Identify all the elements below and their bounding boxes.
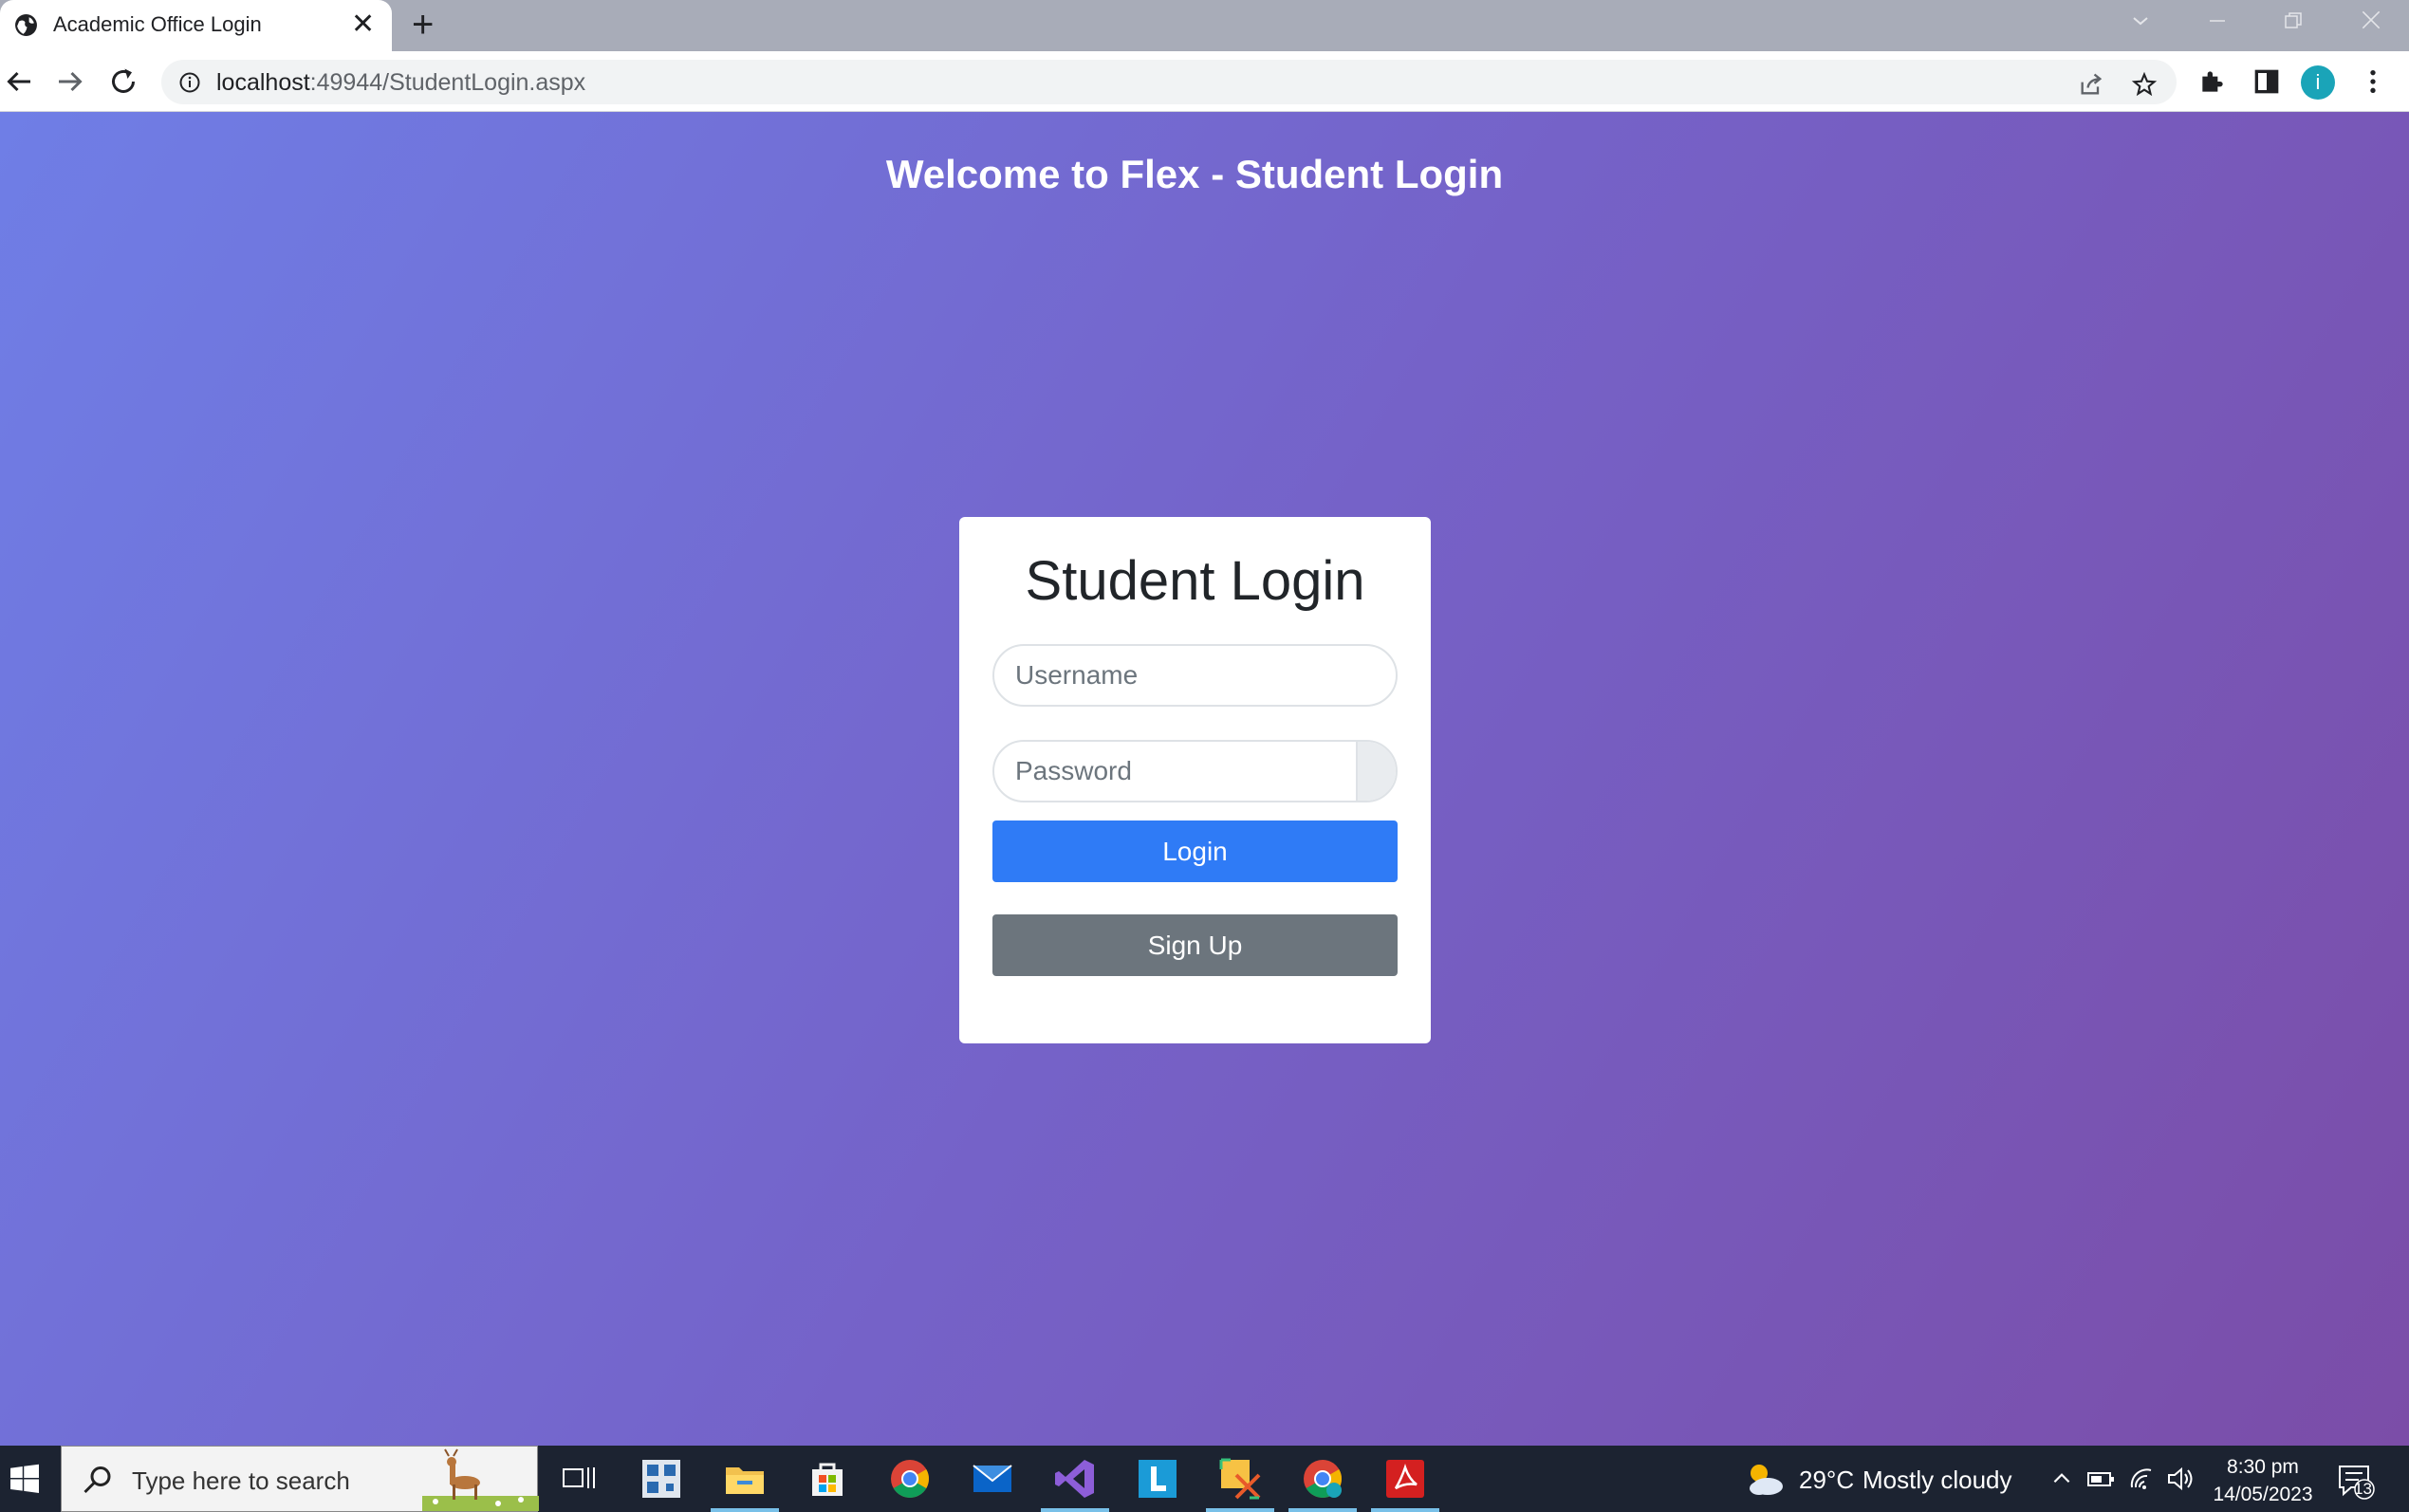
qr-app-icon[interactable]: [639, 1456, 684, 1502]
l-app-icon[interactable]: [1135, 1456, 1180, 1502]
vs-running-indicator: [1041, 1508, 1109, 1512]
weather-temperature[interactable]: 29°C: [1799, 1466, 1854, 1495]
signup-button[interactable]: Sign Up: [992, 914, 1398, 976]
username-field[interactable]: [992, 644, 1398, 707]
extensions-icon[interactable]: [2197, 66, 2228, 97]
notification-count-badge: 13: [2354, 1480, 2372, 1498]
password-field[interactable]: [992, 740, 1398, 802]
weather-description[interactable]: Mostly cloudy: [1862, 1466, 2012, 1495]
tab-title: Academic Office Login: [53, 12, 262, 36]
forward-icon[interactable]: [53, 65, 87, 99]
chevron-up-icon[interactable]: [2049, 1466, 2074, 1491]
tab-search-icon[interactable]: [2129, 9, 2152, 32]
chrome-profile-icon[interactable]: [1300, 1456, 1345, 1502]
snipping-tool-icon[interactable]: [1217, 1456, 1263, 1502]
acrobat-icon[interactable]: [1382, 1456, 1428, 1502]
clock-date: 14/05/2023: [2213, 1484, 2313, 1505]
clock-time: 8:30 pm: [2227, 1456, 2299, 1478]
wifi-icon[interactable]: [2128, 1465, 2159, 1493]
address-bar[interactable]: localhost:49944/StudentLogin.aspx: [161, 60, 2177, 104]
page-background: Welcome to Flex - Student Login Student …: [0, 112, 2409, 1446]
reload-icon[interactable]: [106, 65, 140, 99]
url-path: :49944/StudentLogin.aspx: [309, 69, 586, 96]
taskbar-search-placeholder: Type here to search: [132, 1466, 350, 1495]
acrobat-running-indicator: [1371, 1508, 1439, 1512]
microsoft-store-icon[interactable]: [805, 1456, 850, 1502]
explorer-running-indicator: [711, 1508, 779, 1512]
password-input[interactable]: [1015, 753, 1319, 789]
chrome-running-indicator: [1288, 1508, 1357, 1512]
card-title: Student Login: [1025, 550, 1365, 612]
menu-kebab-icon[interactable]: [2358, 66, 2388, 97]
share-icon[interactable]: [2078, 71, 2104, 98]
taskbar-search[interactable]: Type here to search: [61, 1446, 539, 1512]
login-card: Student Login Login Sign Up: [959, 517, 1431, 1043]
browser-toolbar: localhost:49944/StudentLogin.aspx i: [0, 51, 2409, 112]
file-explorer-icon[interactable]: [722, 1456, 768, 1502]
back-icon[interactable]: [2, 65, 36, 99]
url-host: localhost: [216, 69, 310, 96]
url-text: localhost:49944/StudentLogin.aspx: [216, 69, 585, 97]
browser-tab-bar: Academic Office Login ✕ +: [0, 0, 2409, 51]
side-panel-icon[interactable]: [2251, 66, 2282, 97]
chrome-icon[interactable]: [887, 1456, 933, 1502]
restore-icon[interactable]: [2282, 9, 2305, 32]
mail-icon[interactable]: [970, 1456, 1015, 1502]
minimize-icon[interactable]: [2206, 9, 2229, 32]
profile-avatar[interactable]: i: [2301, 65, 2335, 100]
taskbar: Type here to search 29°C Mostly cloudy 8: [0, 1446, 2409, 1512]
username-input[interactable]: [1015, 657, 1357, 693]
system-clock[interactable]: 8:30 pm 14/05/2023: [2201, 1453, 2325, 1508]
weather-cloudy-icon[interactable]: [1742, 1458, 1786, 1498]
search-highlight-deer-icon: [422, 1448, 539, 1511]
volume-icon[interactable]: [2166, 1465, 2196, 1493]
close-window-icon[interactable]: [2359, 8, 2383, 32]
bookmark-star-icon[interactable]: [2131, 71, 2158, 98]
globe-icon: [15, 14, 37, 36]
search-icon: [83, 1466, 111, 1494]
site-info-icon[interactable]: [178, 71, 201, 94]
visual-studio-icon[interactable]: [1052, 1456, 1098, 1502]
tab-close-icon[interactable]: ✕: [351, 10, 375, 39]
new-tab-button[interactable]: +: [412, 6, 434, 44]
page-title: Welcome to Flex - Student Login: [885, 152, 1504, 196]
browser-tab[interactable]: Academic Office Login ✕: [0, 0, 392, 51]
login-button[interactable]: Login: [992, 821, 1398, 882]
windows-start-icon[interactable]: [8, 1462, 42, 1496]
battery-icon[interactable]: [2085, 1465, 2116, 1493]
task-view-icon[interactable]: [556, 1456, 602, 1502]
password-toggle-button[interactable]: [1356, 742, 1396, 801]
snipping-running-indicator: [1206, 1508, 1274, 1512]
